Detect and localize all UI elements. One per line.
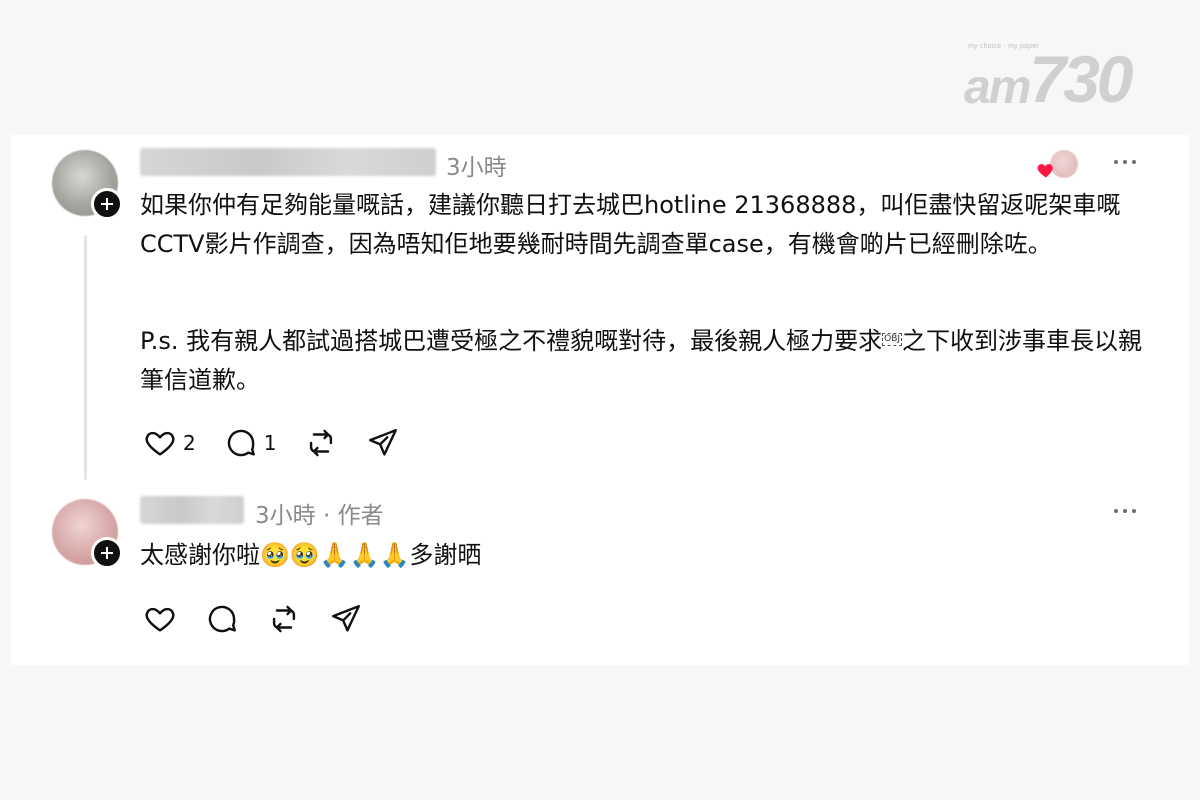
follow-plus-icon[interactable] — [91, 537, 123, 569]
comment-actions: 2 1 — [143, 426, 428, 460]
comment-icon — [208, 605, 236, 633]
comment-actions — [143, 602, 391, 636]
am730-logo: my choice · my paper am730 — [962, 36, 1152, 112]
like-button[interactable]: 2 — [143, 426, 196, 460]
reply-button[interactable] — [205, 602, 239, 636]
username-redacted[interactable] — [140, 148, 436, 176]
repost-button[interactable] — [304, 426, 338, 460]
more-icon[interactable] — [1112, 506, 1142, 516]
share-button[interactable] — [329, 602, 363, 636]
comment-timestamp: 3小時 — [446, 155, 507, 181]
send-icon — [332, 605, 360, 632]
comment-timestamp-author: 3小時 · 作者 — [255, 503, 384, 529]
repost-button[interactable] — [267, 602, 301, 636]
comment-body-paragraph: P.s. 我有親人都試過搭城巴遭受極之不禮貌嘅對待，最後親人極力要求 OBJ之下收… — [140, 322, 1150, 400]
follow-plus-icon[interactable] — [91, 188, 123, 220]
send-icon — [369, 429, 398, 456]
like-button[interactable] — [143, 602, 177, 636]
logo-brand-prefix: am — [964, 61, 1031, 114]
heart-icon — [145, 607, 175, 632]
liked-heart-icon — [1037, 164, 1053, 178]
logo-mark: am730 — [964, 46, 1134, 114]
logo-brand-number: 730 — [1029, 42, 1133, 116]
repost-icon — [310, 429, 333, 457]
comment-icon — [227, 429, 255, 457]
heart-icon — [145, 431, 175, 456]
thread-connector-line — [84, 235, 87, 480]
reply-count: 1 — [263, 431, 277, 455]
like-count: 2 — [183, 431, 196, 455]
comment-body-paragraph: 如果你仲有足夠能量嘅話，建議你聽日打去城巴hotline 21368888，叫佢… — [140, 191, 1121, 258]
comment-text-segment: P.s. 我有親人都試過搭城巴遭受極之不禮貌嘅對待，最後親人極力要求 — [140, 327, 883, 355]
object-placeholder-glyph: OBJ — [882, 332, 903, 346]
more-icon[interactable] — [1112, 157, 1142, 167]
username-redacted[interactable] — [140, 496, 244, 524]
share-button[interactable] — [366, 426, 400, 460]
repost-icon — [272, 605, 296, 633]
reply-button[interactable]: 1 — [224, 426, 277, 460]
comment-body-paragraph: 太感謝你啦🥹🥹🙏🙏🙏多謝晒 — [140, 541, 482, 569]
